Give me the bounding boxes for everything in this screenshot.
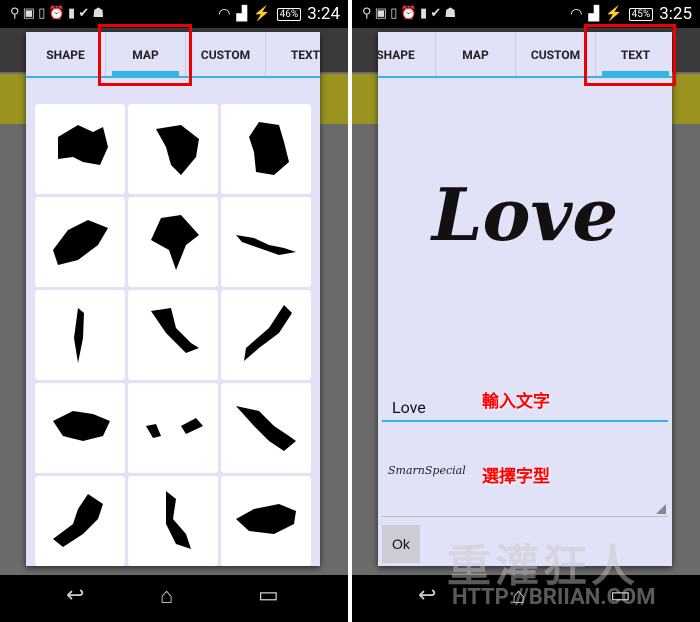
map-tile[interactable]	[128, 104, 218, 194]
shape-dialog: SHAPE MAP CUSTOM TEXT Love Love SmarnSpe…	[378, 32, 672, 566]
annotation-input: 輸入文字	[482, 392, 550, 412]
kazakhstan-map-icon	[53, 411, 110, 441]
highlight-box	[584, 24, 676, 86]
brazil-map-icon	[156, 125, 199, 175]
charging-icon: ⚡	[605, 6, 623, 22]
malaysia-map-icon	[146, 418, 203, 438]
tab-map[interactable]: MAP	[436, 32, 516, 76]
tab-custom[interactable]: CUSTOM	[186, 32, 266, 76]
watermark-url: HTTP://BRIIAN.COM	[452, 585, 656, 610]
font-name: SmarnSpecial	[388, 464, 466, 477]
tab-text[interactable]: TEXT	[266, 32, 320, 76]
map-tile[interactable]	[35, 476, 125, 566]
screen-map-tab: ⚲ ▣ ▯ ⏰ ▮ ✔ ☗ ◠ ▟ ⚡ 46% 3:24 SHAPE MAP CUSTO…	[0, 0, 348, 622]
map-grid	[35, 104, 311, 566]
screen-text-tab: ⚲ ▣ ▯ ⏰ ▮ ✔ ☗ ◠ ▟ ⚡ 45% 3:25 SHAPE MAP CUSTO…	[352, 0, 700, 622]
map-tile[interactable]	[221, 290, 311, 380]
map-tile[interactable]	[128, 290, 218, 380]
map-tile[interactable]	[128, 197, 218, 287]
map-tile[interactable]	[128, 476, 218, 566]
japan-map-icon	[244, 305, 292, 361]
map-tile[interactable]	[221, 383, 311, 473]
ok-button[interactable]: Ok	[382, 525, 420, 563]
tab-shape[interactable]: SHAPE	[378, 32, 436, 76]
recents-icon[interactable]: ▭	[258, 583, 279, 608]
clock: 3:25	[659, 4, 692, 24]
charging-icon: ⚡	[253, 6, 271, 22]
nav-bar: ↩ ⌂ ▭	[0, 575, 348, 622]
switzerland-map-icon	[53, 220, 108, 265]
clock: 3:24	[307, 4, 340, 24]
india-map-icon	[151, 215, 199, 270]
home-icon[interactable]: ⌂	[160, 583, 173, 609]
pakistan-map-icon	[53, 494, 103, 547]
back-icon[interactable]: ↩	[66, 583, 84, 608]
russia-map-icon	[236, 504, 296, 534]
philippines-map-icon	[166, 491, 191, 549]
tab-shape[interactable]: SHAPE	[26, 32, 106, 76]
map-tile[interactable]	[221, 197, 311, 287]
map-tile[interactable]	[35, 383, 125, 473]
shape-dialog: SHAPE MAP CUSTOM TEXT	[26, 32, 320, 566]
australia-map-icon	[58, 125, 108, 165]
germany-map-icon	[249, 122, 289, 175]
map-tile[interactable]	[35, 104, 125, 194]
map-tile[interactable]	[128, 383, 218, 473]
map-tile[interactable]	[221, 476, 311, 566]
notification-icons: ⚲ ▣ ▯ ⏰ ▮ ✔ ☗	[10, 6, 105, 21]
annotation-font: 選擇字型	[482, 467, 550, 487]
indonesia-map-icon	[236, 235, 296, 255]
italy-map-icon	[151, 308, 199, 353]
dropdown-corner-icon	[656, 504, 666, 514]
mexico-map-icon	[236, 406, 296, 451]
signal-icon: ▟	[588, 6, 600, 22]
battery-level: 46%	[276, 7, 302, 21]
text-preview: Love	[431, 172, 619, 257]
signal-icon: ▟	[236, 6, 248, 22]
highlight-box	[98, 24, 192, 86]
notification-icons: ⚲ ▣ ▯ ⏰ ▮ ✔ ☗	[362, 6, 457, 21]
wifi-icon: ◠	[218, 6, 231, 22]
map-tile[interactable]	[35, 197, 125, 287]
israel-map-icon	[74, 308, 84, 363]
map-tile[interactable]	[35, 290, 125, 380]
battery-level: 45%	[628, 7, 654, 21]
back-icon[interactable]: ↩	[418, 583, 436, 608]
wifi-icon: ◠	[570, 6, 583, 22]
map-tile[interactable]	[221, 104, 311, 194]
